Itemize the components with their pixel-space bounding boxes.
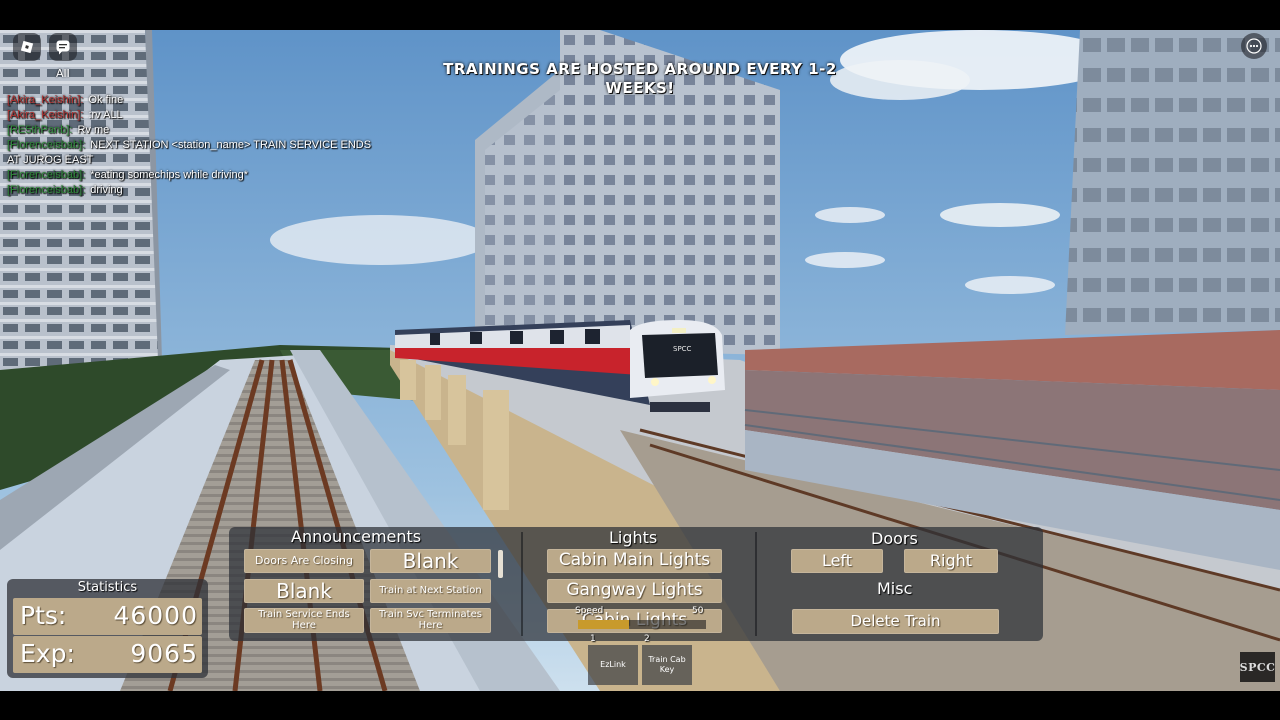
doors-title: Doors	[871, 529, 918, 548]
points-value: 46000	[113, 601, 198, 630]
speed-bar	[578, 620, 706, 629]
chat-message: [Florenceisbab]: NEXT STATION <station_na…	[7, 138, 379, 168]
chat-author: [Akira_Keishin]:	[7, 109, 84, 121]
announce-svc-terminates-button[interactable]: Train Svc Terminates Here	[370, 608, 491, 633]
announce-doors-closing-button[interactable]: Doors Are Closing	[244, 549, 364, 573]
chat-message: [Florenceisbab]: *eating somechips while …	[7, 168, 379, 183]
hotbar-slot-number: 1	[590, 634, 596, 644]
chat-toggle-button[interactable]	[49, 33, 77, 61]
chat-message: [RE5thPanb]: Rv me	[7, 123, 379, 138]
gangway-lights-button[interactable]: Gangway Lights	[547, 579, 722, 603]
ellipsis-icon	[1246, 38, 1262, 54]
chat-message: [Akira_Keishin]: Ok fine	[7, 93, 379, 108]
panel-divider	[521, 532, 523, 636]
chat-text: Rv me	[77, 124, 110, 136]
announcements-title: Announcements	[291, 527, 422, 546]
chat-text: *eating somechips while driving*	[90, 169, 249, 181]
chat-author: [Florenceisbab]:	[7, 139, 86, 151]
training-banner: TRAININGS ARE HOSTED AROUND EVERY 1-2 WE…	[443, 60, 837, 97]
exp-value: 9065	[130, 639, 198, 668]
letterbox-bottom	[0, 691, 1280, 720]
points-label: Pts:	[20, 601, 67, 630]
delete-train-button[interactable]: Delete Train	[792, 609, 999, 634]
roblox-logo-icon	[20, 40, 34, 54]
chat-author: [Florenceisbab]:	[7, 169, 86, 181]
chat-message: [Akira_Keishin]: :rv ALL	[7, 108, 379, 123]
statistics-title: Statistics	[77, 580, 138, 595]
speed-bar-fill	[578, 620, 630, 629]
announce-blank-button-1[interactable]: Blank	[370, 549, 491, 573]
more-menu-button[interactable]	[1241, 33, 1267, 59]
cabin-main-lights-button[interactable]: Cabin Main Lights	[547, 549, 722, 573]
chat-author: [Florenceisbab]:	[7, 184, 86, 196]
chat-author: [Akira_Keishin]:	[7, 94, 84, 106]
chat-log: [Akira_Keishin]: Ok fine [Akira_Keishin]:…	[7, 93, 379, 198]
announcements-scrollbar[interactable]	[498, 550, 503, 578]
speed-label: Speed	[575, 606, 604, 616]
speed-max: 50	[692, 606, 704, 616]
points-display: Pts: 46000	[13, 598, 202, 635]
chat-text: Ok fine	[88, 94, 124, 106]
spcc-brand-badge: SPCC	[1240, 652, 1275, 682]
exp-display: Exp: 9065	[13, 636, 202, 673]
chat-message: [Florenceisbab]: driving	[7, 183, 379, 198]
train-destination-sign: SPCC	[673, 345, 692, 353]
announce-blank-button-2[interactable]: Blank	[244, 579, 364, 603]
announce-service-ends-button[interactable]: Train Service Ends Here	[244, 608, 364, 633]
letterbox-top	[0, 0, 1280, 30]
misc-title: Misc	[877, 579, 913, 598]
chat-author: [RE5thPanb]:	[7, 124, 73, 136]
hotbar-slot-train-cab-key[interactable]: Train Cab Key	[642, 645, 692, 685]
lights-title: Lights	[609, 528, 658, 547]
roblox-menu-button[interactable]	[13, 33, 41, 61]
doors-left-button[interactable]: Left	[791, 549, 883, 573]
chat-bubble-icon	[56, 40, 70, 55]
exp-label: Exp:	[20, 639, 75, 668]
chat-text: driving	[90, 184, 123, 196]
chat-text: :rv ALL	[88, 109, 123, 121]
chat-channel-tab[interactable]: All	[56, 67, 70, 80]
announce-train-at-next-station-button[interactable]: Train at Next Station	[370, 579, 491, 603]
game-viewport: SPCC All [Akira_Keishin]: Ok fine [Akira_…	[0, 0, 1280, 720]
panel-divider	[755, 532, 757, 636]
hotbar-slot-ezlink[interactable]: EzLink	[588, 645, 638, 685]
hotbar-slot-number: 2	[644, 634, 650, 644]
doors-right-button[interactable]: Right	[904, 549, 998, 573]
